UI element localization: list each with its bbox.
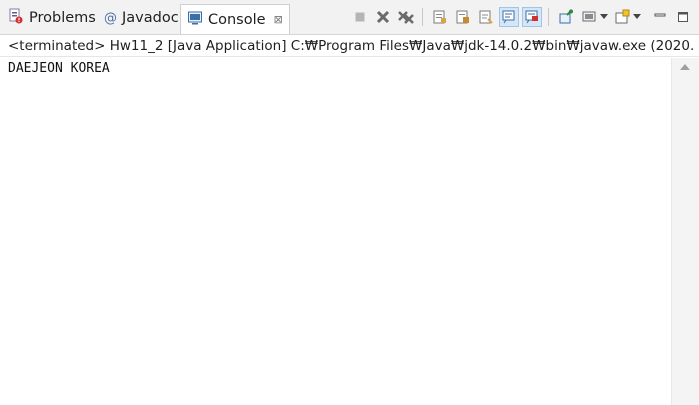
tab-problems[interactable]: Problems	[8, 4, 96, 32]
vertical-scrollbar[interactable]	[671, 58, 699, 405]
tab-console-label: Console	[208, 11, 266, 28]
toolbar-separator	[548, 8, 549, 26]
pin-console-icon[interactable]	[556, 7, 576, 27]
clear-console-icon[interactable]	[430, 7, 450, 27]
console-icon	[187, 10, 203, 30]
scroll-up-icon[interactable]	[680, 64, 690, 70]
chevron-down-icon[interactable]	[599, 7, 609, 27]
minimize-icon[interactable]	[650, 7, 670, 27]
tab-javadoc-label: Javadoc	[122, 10, 179, 26]
remove-all-terminated-icon[interactable]	[396, 7, 416, 27]
close-icon[interactable]: ⊠	[274, 13, 283, 26]
console-output[interactable]: DAEJEON KOREA	[0, 58, 671, 405]
tab-problems-label: Problems	[29, 10, 96, 26]
console-output-line: DAEJEON KOREA	[8, 61, 110, 76]
tab-javadoc[interactable]: @ Javadoc	[104, 4, 179, 32]
open-console-icon[interactable]	[612, 7, 632, 27]
at-sign-icon: @	[104, 10, 117, 26]
terminate-icon[interactable]	[350, 7, 370, 27]
display-selected-console-icon[interactable]	[579, 7, 599, 27]
problems-icon	[8, 8, 24, 28]
toolbar-separator	[422, 8, 423, 26]
console-toolbar	[347, 6, 693, 28]
word-wrap-icon[interactable]	[476, 7, 496, 27]
tab-console[interactable]: Console ⊠	[180, 4, 290, 34]
maximize-icon[interactable]	[673, 7, 693, 27]
scroll-lock-icon[interactable]	[453, 7, 473, 27]
chevron-down-icon[interactable]	[632, 7, 642, 27]
remove-launch-icon[interactable]	[373, 7, 393, 27]
view-tab-bar: Problems @ Javadoc Console ⊠	[0, 0, 699, 35]
console-launch-description: <terminated> Hw11_2 [Java Application] C…	[0, 35, 699, 57]
show-on-stdout-icon[interactable]	[499, 7, 519, 27]
show-on-stderr-icon[interactable]	[522, 7, 542, 27]
